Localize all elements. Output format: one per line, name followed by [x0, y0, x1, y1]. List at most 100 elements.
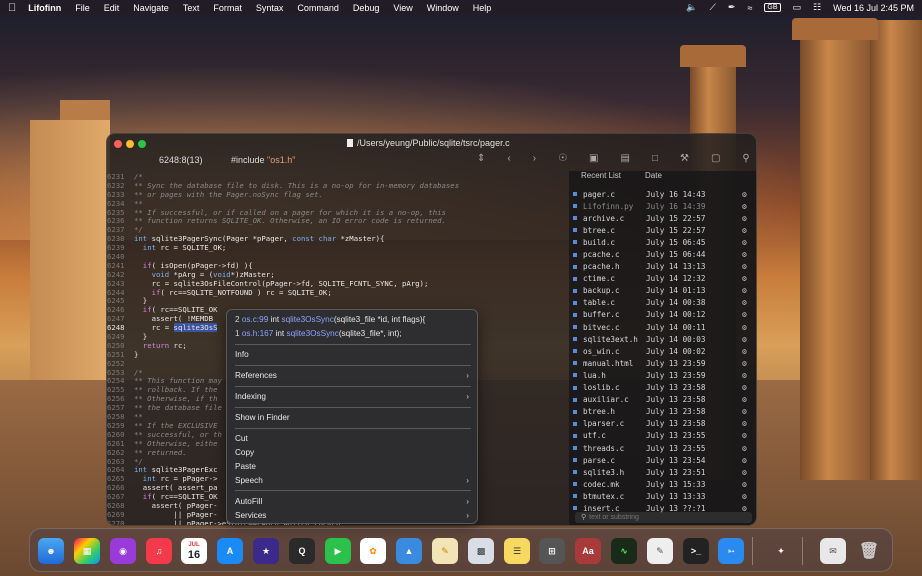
safari-icon[interactable]: ➳: [718, 538, 744, 564]
gear-icon[interactable]: ⚙: [742, 190, 747, 199]
recent-file-row[interactable]: manual.html July 13 23:59 ⚙: [569, 357, 756, 369]
gear-icon[interactable]: ⚙: [742, 286, 747, 295]
podcasts-icon[interactable]: ◉: [110, 538, 136, 564]
recent-file-row[interactable]: table.c July 14 00:38 ⚙: [569, 297, 756, 309]
input-source-badge[interactable]: GB: [764, 3, 781, 12]
gear-icon[interactable]: ⚙: [742, 298, 747, 307]
gear-icon[interactable]: ⚙: [742, 323, 747, 332]
menu-text[interactable]: Text: [183, 3, 200, 13]
search-icon[interactable]: ⚲: [742, 153, 749, 164]
battery-icon[interactable]: ▭: [793, 2, 802, 13]
recent-file-row[interactable]: codec.mk July 13 15:33 ⚙: [569, 478, 756, 490]
recent-file-row[interactable]: utf.c July 13 23:55 ⚙: [569, 430, 756, 442]
recent-file-row[interactable]: loslib.c July 13 23:58 ⚙: [569, 382, 756, 394]
activity-monitor-icon[interactable]: ∿: [611, 538, 637, 564]
sidebar-icon[interactable]: ▤: [621, 153, 630, 164]
menu-command[interactable]: Command: [297, 3, 339, 13]
folder-open-icon[interactable]: ▢: [711, 153, 720, 164]
dictionary-icon[interactable]: Aa: [575, 538, 601, 564]
code-line[interactable]: 6244 if( rc==SQLITE_NOTFOUND ) rc = SQLI…: [107, 288, 569, 298]
menu-info[interactable]: Info: [235, 348, 471, 361]
bluetooth-off-icon[interactable]: ⟋: [710, 2, 716, 13]
recent-file-row[interactable]: btree.h July 13 23:58 ⚙: [569, 406, 756, 418]
compass-icon[interactable]: ☉: [558, 153, 567, 164]
preview-icon[interactable]: ▩: [468, 538, 494, 564]
code-line[interactable]: 6239 int rc = SQLITE_OK;: [107, 243, 569, 253]
menu-edit[interactable]: Edit: [104, 3, 120, 13]
gear-icon[interactable]: ⚙: [742, 335, 747, 344]
pen-icon[interactable]: ✒: [728, 2, 736, 13]
back-icon[interactable]: ‹: [507, 153, 510, 164]
recent-file-row[interactable]: os_win.c July 14 00:02 ⚙: [569, 345, 756, 357]
recent-file-row[interactable]: bitvec.c July 14 00:11 ⚙: [569, 321, 756, 333]
menu-services[interactable]: Services ›: [235, 509, 471, 522]
recent-file-row[interactable]: btmutex.c July 13 13:33 ⚙: [569, 490, 756, 502]
code-line[interactable]: 6236 ** function returns SQLITE_OK. Other…: [107, 217, 569, 226]
menu-autofill[interactable]: AutoFill ›: [235, 495, 471, 508]
gear-icon[interactable]: ⚙: [742, 202, 747, 211]
menu-references[interactable]: References ›: [235, 369, 471, 382]
code-line[interactable]: 6233 ** or pages with the Pager.noSync fl…: [107, 190, 569, 200]
apple-icon[interactable]: : [8, 2, 16, 14]
gear-icon[interactable]: ⚙: [742, 492, 747, 501]
definition-item-os-c[interactable]: 2 os.c:99 int sqlite3OsSync(sqlite3_file…: [235, 313, 471, 326]
calendar-icon[interactable]: JUL 16: [181, 538, 207, 564]
folder-icon[interactable]: ▣: [589, 153, 598, 164]
gear-icon[interactable]: ⚙: [742, 347, 747, 356]
volume-icon[interactable]: 🔈: [686, 2, 697, 13]
control-center-icon[interactable]: ☷: [813, 2, 821, 13]
recent-search-field[interactable]: ⚲ text or substring: [575, 512, 752, 523]
gear-icon[interactable]: ⚙: [742, 250, 747, 259]
gear-icon[interactable]: ⚙: [742, 444, 747, 453]
recent-file-row[interactable]: parse.c July 13 23:54 ⚙: [569, 454, 756, 466]
pages-icon[interactable]: ✎: [432, 538, 458, 564]
recent-file-row[interactable]: pcache.h July 14 13:13 ⚙: [569, 261, 756, 273]
gear-icon[interactable]: ⚙: [742, 407, 747, 416]
menu-view[interactable]: View: [393, 3, 412, 13]
menu-navigate[interactable]: Navigate: [133, 3, 169, 13]
menu-copy[interactable]: Copy: [235, 446, 471, 459]
gear-icon[interactable]: ⚙: [742, 310, 747, 319]
forward-icon[interactable]: ›: [533, 153, 536, 164]
quicktime-icon[interactable]: Q: [289, 538, 315, 564]
document-icon[interactable]: □: [652, 153, 658, 164]
launchpad-icon[interactable]: ▦: [74, 538, 100, 564]
gear-icon[interactable]: ⚙: [742, 431, 747, 440]
recent-file-row[interactable]: archive.c July 15 22:57 ⚙: [569, 212, 756, 224]
recent-file-row[interactable]: threads.c July 13 23:55 ⚙: [569, 442, 756, 454]
recent-file-row[interactable]: sqlite3ext.h July 14 00:03 ⚙: [569, 333, 756, 345]
finder-icon[interactable]: ☻: [38, 538, 64, 564]
menubar-datetime[interactable]: Wed 16 Jul 2:45 PM: [833, 3, 914, 13]
gear-icon[interactable]: ⚙: [742, 456, 747, 465]
gear-icon[interactable]: ⚙: [742, 238, 747, 247]
recent-file-row[interactable]: lparser.c July 13 23:58 ⚙: [569, 418, 756, 430]
zoom-button[interactable]: [138, 140, 146, 148]
wifi-icon[interactable]: ≈: [747, 3, 752, 13]
cursor-position[interactable]: 6248:8(13): [159, 155, 203, 165]
bird-app-icon[interactable]: ✦: [768, 538, 794, 564]
calculator-icon[interactable]: ⊞: [539, 538, 565, 564]
recent-file-row[interactable]: btree.c July 15 22:57 ⚙: [569, 224, 756, 236]
recent-file-row[interactable]: pcache.c July 15 06:44 ⚙: [569, 248, 756, 260]
gear-icon[interactable]: ⚙: [742, 395, 747, 404]
gear-icon[interactable]: ⚙: [742, 419, 747, 428]
menu-show-in-finder[interactable]: Show in Finder: [235, 411, 471, 424]
gear-icon[interactable]: ⚙: [742, 226, 747, 235]
recent-file-row[interactable]: lua.h July 13 23:59 ⚙: [569, 369, 756, 381]
menu-indexing[interactable]: Indexing ›: [235, 390, 471, 403]
menu-debug[interactable]: Debug: [353, 3, 380, 13]
menu-syntax[interactable]: Syntax: [256, 3, 284, 13]
recent-list-tab[interactable]: Recent List: [581, 171, 621, 185]
gear-icon[interactable]: ⚙: [742, 383, 747, 392]
menu-paste[interactable]: Paste: [235, 460, 471, 473]
menu-window[interactable]: Window: [427, 3, 459, 13]
recent-file-row[interactable]: ctime.c July 14 12:32 ⚙: [569, 273, 756, 285]
downloads-stack-icon[interactable]: ✉: [820, 538, 846, 564]
notes-icon[interactable]: ☰: [504, 538, 530, 564]
gear-icon[interactable]: ⚙: [742, 214, 747, 223]
recent-file-row[interactable]: sqlite3.h July 13 23:51 ⚙: [569, 466, 756, 478]
include-popup[interactable]: #include "os1.h": [231, 155, 295, 165]
menu-help[interactable]: Help: [473, 3, 492, 13]
definition-item-os-h[interactable]: 1 os.h:167 int sqlite3OsSync(sqlite3_fil…: [235, 327, 471, 340]
gear-icon[interactable]: ⚙: [742, 359, 747, 368]
